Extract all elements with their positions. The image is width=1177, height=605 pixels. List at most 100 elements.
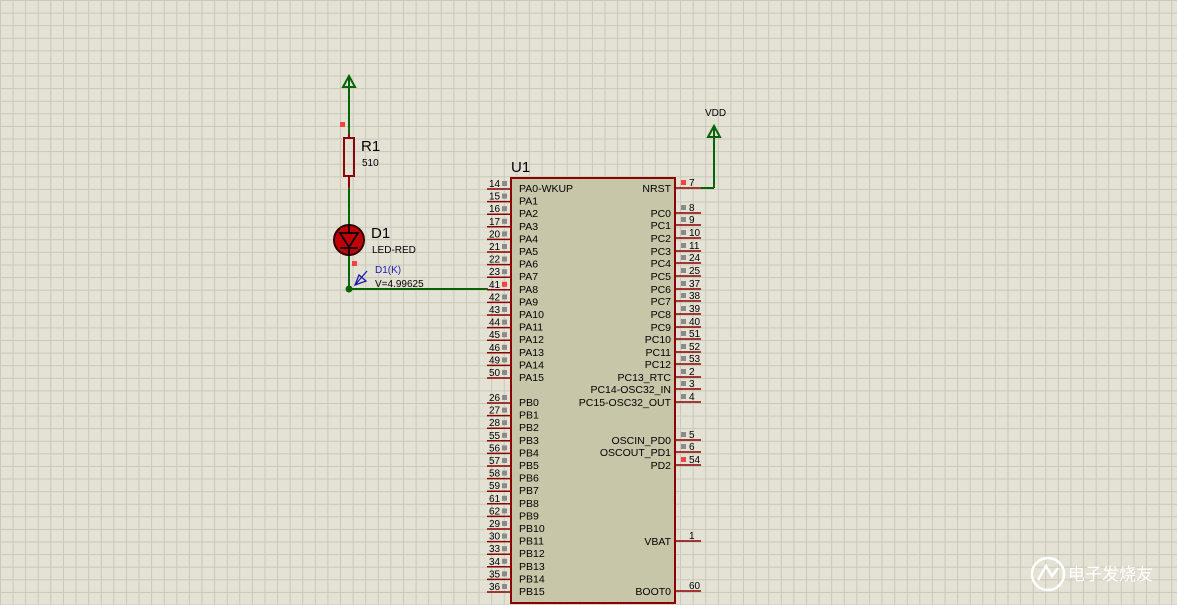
pin-number: 55 (489, 431, 501, 442)
pin-state-marker (681, 356, 686, 361)
pin-number: 44 (489, 318, 501, 329)
pin-label: PA4 (519, 233, 538, 245)
pin-label: PA9 (519, 296, 538, 308)
pin-number: 14 (489, 179, 501, 190)
pin-label: PA6 (519, 259, 538, 271)
pin-label: PA14 (519, 359, 544, 371)
pin-state-marker (681, 331, 686, 336)
pin-number: 53 (689, 354, 701, 365)
pin-number: 30 (489, 532, 501, 543)
pin-number: 56 (489, 443, 501, 454)
pin-state-marker (502, 584, 507, 589)
pin-state-marker (681, 217, 686, 222)
pin-label: PA12 (519, 334, 544, 346)
pin-state-marker (502, 432, 507, 438)
pin-label: PA0-WKUP (519, 183, 573, 195)
pin-number: 61 (489, 494, 501, 505)
pin-number: 7 (689, 178, 695, 189)
pin-label: PA13 (519, 347, 544, 359)
resistor-r1[interactable]: R1 510 (340, 122, 380, 188)
junction-dot (345, 285, 353, 293)
probe-reading: V=4.99625 (375, 279, 424, 290)
pin-number: 59 (489, 481, 501, 492)
pin-state-marker (502, 181, 507, 186)
pin-label: PA5 (519, 246, 538, 258)
pin-label: PB5 (519, 460, 539, 472)
pin-label: PB4 (519, 447, 539, 459)
pin-number: 20 (489, 229, 501, 240)
pin-number: 52 (689, 342, 701, 353)
pin-number: 26 (489, 393, 501, 404)
pin-state-marker (502, 420, 507, 426)
ic-u1-stm32[interactable]: U1 14 PA0-WKUP15 PA116 PA217 PA320 PA421 PA522… (487, 159, 701, 604)
pin-number: 15 (489, 192, 501, 203)
vdd-label: VDD (705, 108, 726, 119)
pin-label: PA2 (519, 208, 538, 220)
pin-state-marker (502, 256, 507, 262)
watermark: 电子发烧友 (1030, 556, 1153, 592)
pin-number: 35 (489, 569, 501, 580)
pin-label: VBAT (644, 536, 671, 548)
pin-label: PB14 (519, 573, 545, 585)
pin-number: 25 (689, 266, 701, 277)
pin-state-marker (502, 244, 507, 249)
pin-number: 39 (689, 304, 701, 315)
pin-label: PC10 (645, 334, 671, 346)
pin-state-marker (681, 180, 686, 185)
pin-number: 33 (489, 544, 501, 555)
pin-label: PC11 (646, 347, 672, 359)
probe-arrow-icon (353, 270, 368, 287)
pin-number: 38 (689, 291, 701, 302)
pin-state-marker (502, 357, 507, 363)
pin-state-marker (502, 370, 507, 375)
pin-number: 6 (689, 442, 695, 453)
pin-number: 57 (489, 456, 501, 467)
pin-label: PC13_RTC (618, 372, 672, 384)
pin-number: 50 (489, 368, 501, 379)
pin-label: PB2 (519, 422, 539, 434)
pin-number: 62 (489, 506, 501, 517)
pin-number: 51 (689, 329, 701, 340)
pin-label: NRST (642, 183, 671, 195)
pin-label: PC6 (651, 284, 672, 296)
pin-state-marker (502, 319, 507, 325)
pin-label: PC7 (651, 296, 672, 308)
pin-label: PC14-OSC32_IN (590, 384, 671, 396)
voltage-probe[interactable]: D1(K) V=4.99625 (353, 265, 424, 290)
pin-label: PC12 (645, 359, 671, 371)
pin-state-marker (681, 243, 686, 248)
pin-state-marker (502, 571, 507, 577)
pin-state-marker (681, 255, 686, 260)
pin-number: 21 (489, 242, 501, 253)
pin-state-marker (502, 281, 507, 287)
pin-label: PA7 (519, 271, 538, 283)
pin-state-marker (502, 495, 507, 501)
r1-value: 510 (362, 158, 379, 169)
pin-number: 5 (689, 430, 695, 441)
pin-label: PB6 (519, 473, 539, 485)
pin-state-marker (502, 231, 507, 237)
pin-number: 8 (689, 203, 695, 214)
resistor-body (343, 137, 355, 177)
u1-ref: U1 (511, 159, 530, 176)
pin-label: BOOT0 (635, 586, 671, 598)
pin-number: 41 (489, 280, 501, 291)
pin-label: PB13 (519, 561, 545, 573)
pin-label: PB9 (519, 510, 539, 522)
pin-state-marker (681, 369, 686, 374)
pin-label: PB0 (519, 397, 539, 409)
vdd-terminal[interactable]: VDD (701, 108, 726, 189)
led-d1[interactable]: D1 LED-RED (333, 224, 416, 266)
pin-label: PC15-OSC32_OUT (579, 397, 672, 409)
pin-number: 45 (489, 330, 501, 341)
pin-number: 49 (489, 355, 501, 366)
pin-label: OSCIN_PD0 (611, 435, 671, 447)
d1-ref: D1 (371, 225, 390, 242)
schematic-canvas[interactable]: R1 510 D1 LED-RED D1(K) V=4.99625 VDD U1 (0, 0, 1177, 605)
pin-number: 60 (689, 581, 701, 592)
pin-state-marker (502, 508, 507, 514)
pin-number: 42 (489, 292, 501, 303)
pin-number: 1 (689, 531, 695, 542)
pin-state-marker (681, 230, 686, 235)
pin-state-marker (681, 344, 686, 349)
